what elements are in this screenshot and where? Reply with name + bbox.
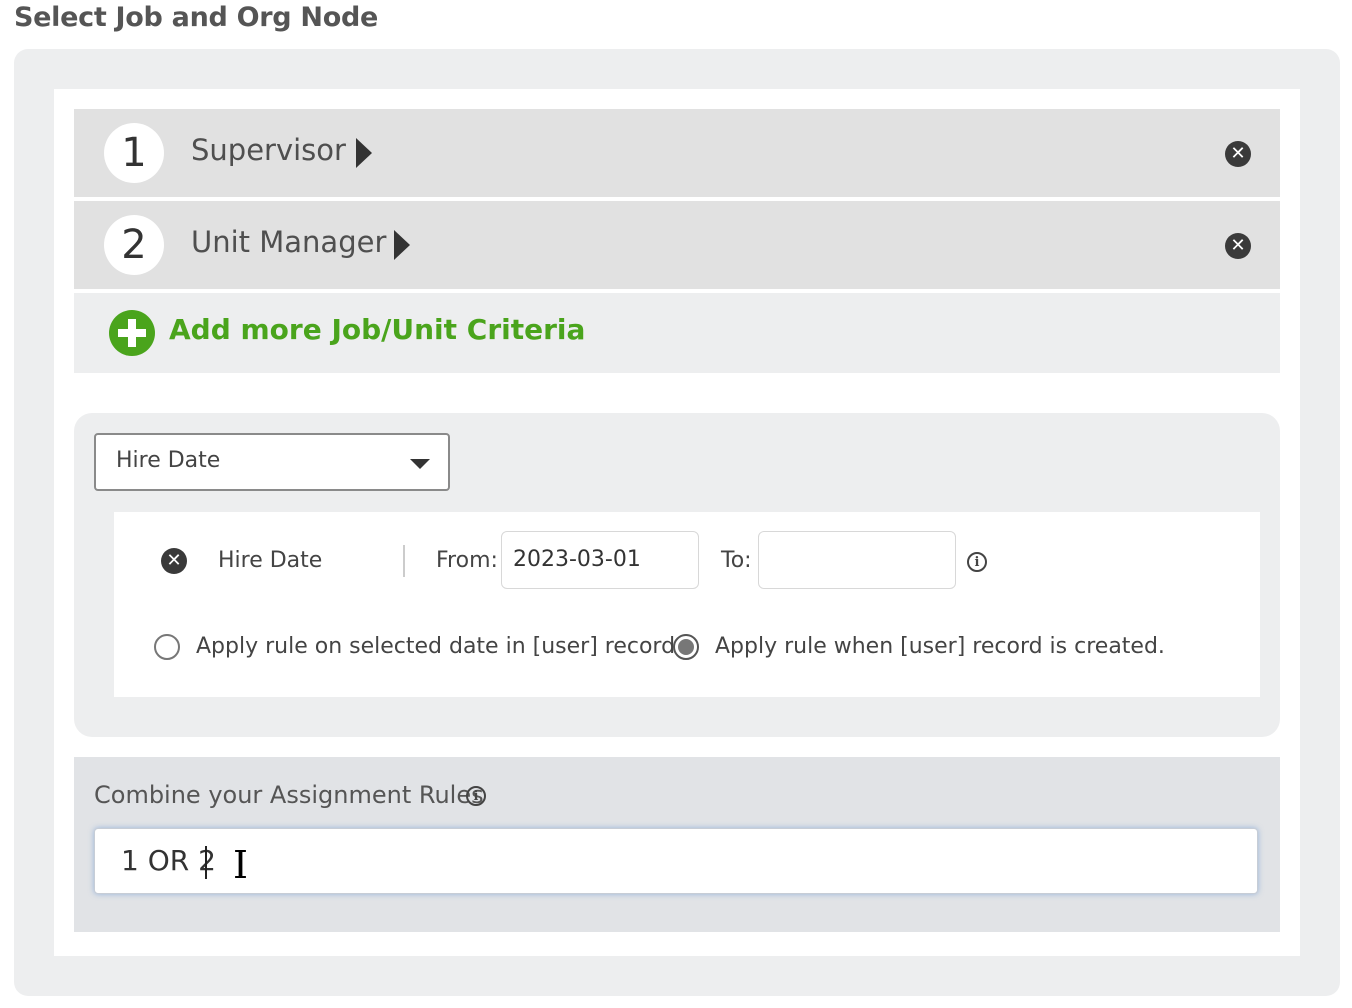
criteria-row-2[interactable]: 2 Unit Manager ✕ — [74, 201, 1280, 289]
radio-record-created[interactable] — [673, 634, 699, 660]
text-caret — [205, 846, 207, 879]
date-type-select[interactable]: Hire Date — [94, 433, 450, 491]
combine-rules-value: 1 OR 2 — [121, 844, 216, 877]
from-date-input[interactable]: 2023-03-01 — [501, 531, 699, 589]
radio-selected-date[interactable] — [154, 634, 180, 660]
criteria-number: 2 — [104, 215, 164, 275]
radio-label: Apply rule on selected date in [user] re… — [196, 634, 683, 659]
criteria-label: Unit Manager — [191, 225, 387, 259]
chevron-down-icon — [410, 459, 430, 469]
info-icon[interactable]: i — [967, 552, 987, 572]
triangle-right-icon[interactable] — [394, 230, 410, 260]
to-label: To: — [721, 548, 752, 573]
page-title: Select Job and Org Node — [14, 2, 379, 33]
to-date-input[interactable] — [758, 531, 956, 589]
plus-circle-icon[interactable] — [109, 310, 155, 356]
filter-label: Hire Date — [218, 548, 323, 573]
divider — [403, 545, 405, 577]
from-label: From: — [436, 548, 498, 573]
combine-rules-input[interactable]: 1 OR 2 I — [94, 828, 1258, 894]
add-criteria-link[interactable]: Add more Job/Unit Criteria — [169, 313, 585, 346]
combine-title: Combine your Assignment Rules — [94, 781, 484, 809]
date-filter-card: ✕ Hire Date From: 2023-03-01 To: i Apply… — [114, 512, 1260, 697]
triangle-right-icon[interactable] — [356, 138, 372, 168]
radio-label: Apply rule when [user] record is created… — [715, 634, 1165, 659]
close-circle-icon[interactable]: ✕ — [1225, 141, 1251, 167]
text-cursor-icon: I — [233, 843, 249, 887]
close-circle-icon[interactable]: ✕ — [161, 548, 187, 574]
close-circle-icon[interactable]: ✕ — [1225, 233, 1251, 259]
date-filter-panel: Hire Date ✕ Hire Date From: 2023-03-01 T… — [74, 413, 1280, 737]
criteria-row-1[interactable]: 1 Supervisor ✕ — [74, 109, 1280, 197]
add-criteria-row: Add more Job/Unit Criteria — [74, 293, 1280, 373]
combine-rules-panel: Combine your Assignment Rules i 1 OR 2 I — [74, 757, 1280, 932]
info-icon[interactable]: i — [466, 786, 486, 806]
select-value: Hire Date — [116, 448, 221, 473]
criteria-label: Supervisor — [191, 133, 346, 167]
criteria-number: 1 — [104, 123, 164, 183]
